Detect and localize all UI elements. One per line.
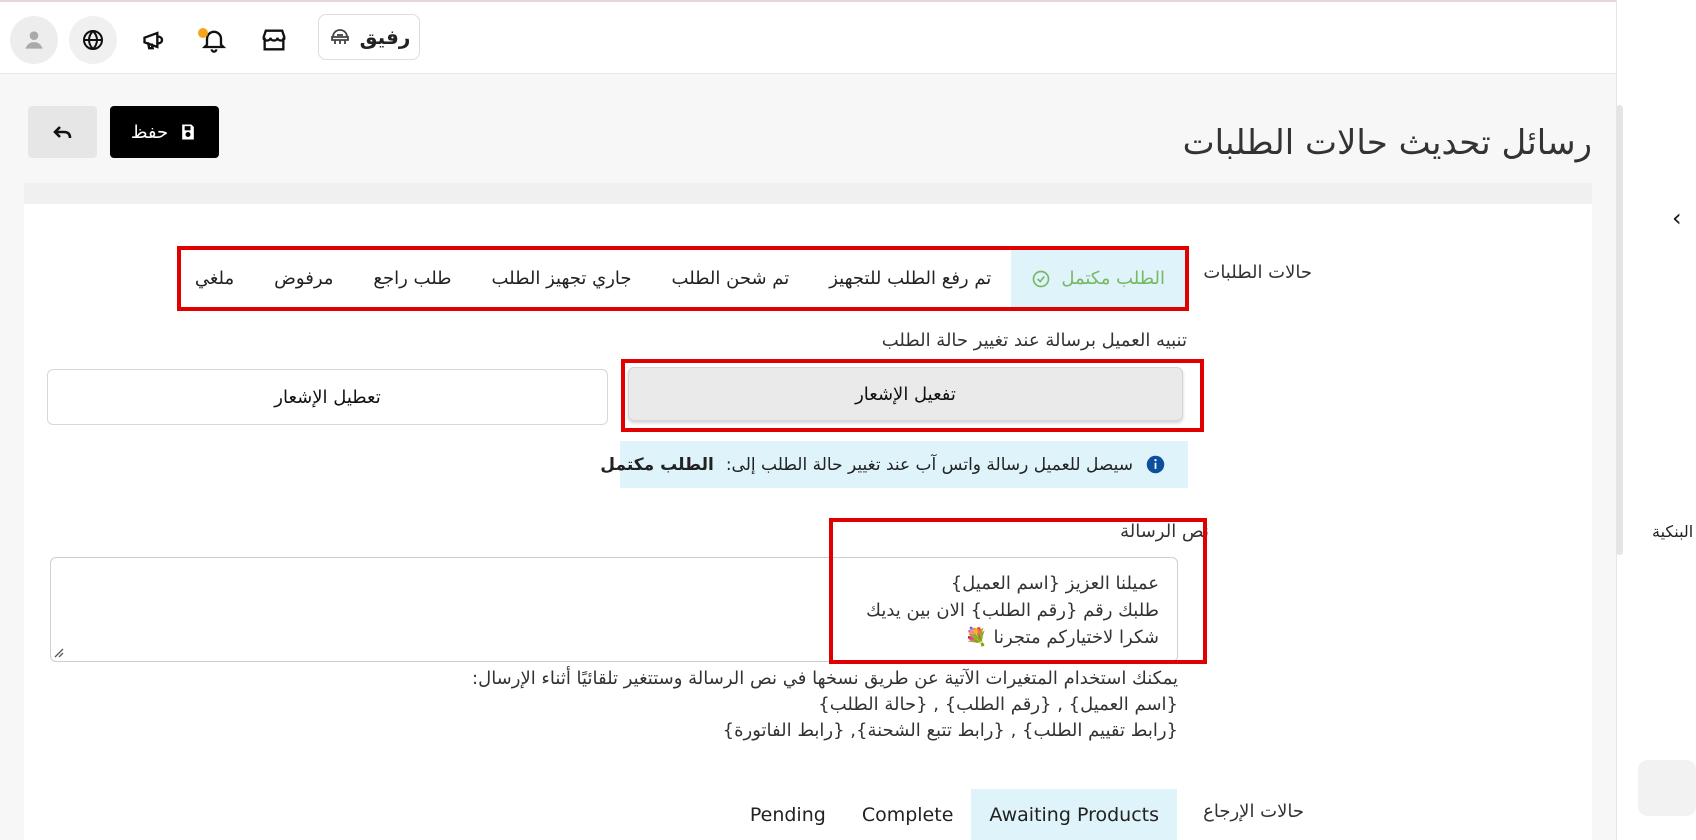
help-line-2: {اسم العميل} , {رقم الطلب} , {حالة الطلب…: [818, 694, 1178, 715]
tab-order-shipped[interactable]: تم شحن الطلب: [652, 250, 810, 307]
tab-order-rejected[interactable]: مرفوض: [254, 250, 353, 307]
sidebar-chevron-left-icon[interactable]: ‹: [1672, 204, 1682, 232]
message-textarea[interactable]: عميلنا العزيز {اسم العميل} طلبك رقم {رقم…: [50, 557, 1178, 662]
tab-order-returned[interactable]: طلب راجع: [353, 250, 471, 307]
help-line-3: {رابط تقييم الطلب} , {رابط تتبع الشحنة},…: [722, 720, 1178, 741]
user-avatar-icon[interactable]: [10, 16, 58, 64]
tab-order-cancelled[interactable]: ملغي: [175, 250, 254, 307]
right-sidebar: [1616, 0, 1696, 840]
tab-order-being-prepared[interactable]: جاري تجهيز الطلب: [472, 250, 652, 307]
storefront-icon: [262, 29, 286, 51]
sidebar-partial-item[interactable]: البنكية: [1652, 522, 1693, 541]
page-title: رسائل تحديث حالات الطلبات: [1182, 122, 1592, 163]
help-line-1: يمكنك استخدام المتغيرات الآتية عن طريق ن…: [472, 668, 1178, 689]
store-badge[interactable]: رفيق: [318, 14, 420, 60]
enable-notification-button[interactable]: تفعيل الإشعار: [628, 367, 1183, 421]
store-name: رفيق: [359, 25, 411, 49]
notification-info-status: الطلب مكتمل: [600, 454, 714, 475]
notifications-bell-icon[interactable]: [190, 16, 238, 64]
info-circle-icon: [1146, 455, 1165, 474]
notification-info-text: سيصل للعميل رسالة واتس آب عند تغيير حالة…: [725, 454, 1133, 475]
textarea-resize-handle-icon[interactable]: [53, 647, 65, 659]
language-globe-icon[interactable]: [69, 16, 117, 64]
globe-icon: [83, 30, 103, 50]
notification-enable-highlight: تفعيل الإشعار: [621, 359, 1204, 432]
back-button[interactable]: [28, 106, 97, 158]
announcement-megaphone-icon[interactable]: [131, 16, 179, 64]
order-statuses-label: حالات الطلبات: [1203, 262, 1312, 283]
notification-dot: [198, 28, 208, 38]
message-line-3: شكرا لاختياركم متجرنا 💐: [965, 627, 1159, 648]
message-line-1: عميلنا العزيز {اسم العميل}: [950, 573, 1159, 594]
tab-pending[interactable]: Pending: [732, 789, 844, 840]
store-logo-icon: [330, 29, 349, 44]
avatar-person-icon: [25, 31, 43, 49]
top-bar: رفيق: [0, 0, 1616, 74]
save-disk-icon: [182, 124, 195, 140]
message-text-label: نص الرسالة: [1120, 521, 1209, 542]
tab-order-complete-label: الطلب مكتمل: [1061, 268, 1165, 289]
scrollbar-track[interactable]: [1616, 105, 1623, 555]
card-header-strip: [24, 183, 1592, 204]
undo-arrow-icon: [52, 126, 71, 139]
disable-notification-button[interactable]: تعطيل الإشعار: [47, 369, 608, 425]
order-status-tabs: الطلب مكتمل تم رفع الطلب للتجهيز تم شحن …: [177, 246, 1189, 311]
tab-awaiting-products[interactable]: Awaiting Products: [971, 789, 1177, 840]
app-window: رفيق ‹ البنكية رسائل تحديث حالات الطلبات…: [0, 0, 1696, 840]
store-front-icon[interactable]: [250, 16, 298, 64]
save-button[interactable]: حفظ: [110, 106, 219, 158]
notification-info-banner: سيصل للعميل رسالة واتس آب عند تغيير حالة…: [600, 441, 1188, 488]
message-line-2: طلبك رقم {رقم الطلب} الان بين يديك: [866, 600, 1159, 621]
notification-label: تنبيه العميل برسالة عند تغيير حالة الطلب: [881, 330, 1187, 351]
tab-complete[interactable]: Complete: [844, 789, 972, 840]
tab-order-complete[interactable]: الطلب مكتمل: [1011, 250, 1185, 307]
tab-order-raised-for-preparation[interactable]: تم رفع الطلب للتجهيز: [809, 250, 1011, 307]
check-circle-icon: [1031, 269, 1051, 289]
sidebar-bottom-button[interactable]: [1638, 760, 1696, 816]
return-status-tabs: Awaiting Products Complete Pending: [750, 789, 1177, 840]
return-statuses-label: حالات الإرجاع: [1203, 801, 1304, 822]
save-button-label: حفظ: [130, 121, 169, 143]
message-content[interactable]: عميلنا العزيز {اسم العميل} طلبك رقم {رقم…: [866, 570, 1159, 651]
variables-help-text: يمكنك استخدام المتغيرات الآتية عن طريق ن…: [472, 666, 1178, 744]
megaphone-icon: [143, 31, 164, 50]
